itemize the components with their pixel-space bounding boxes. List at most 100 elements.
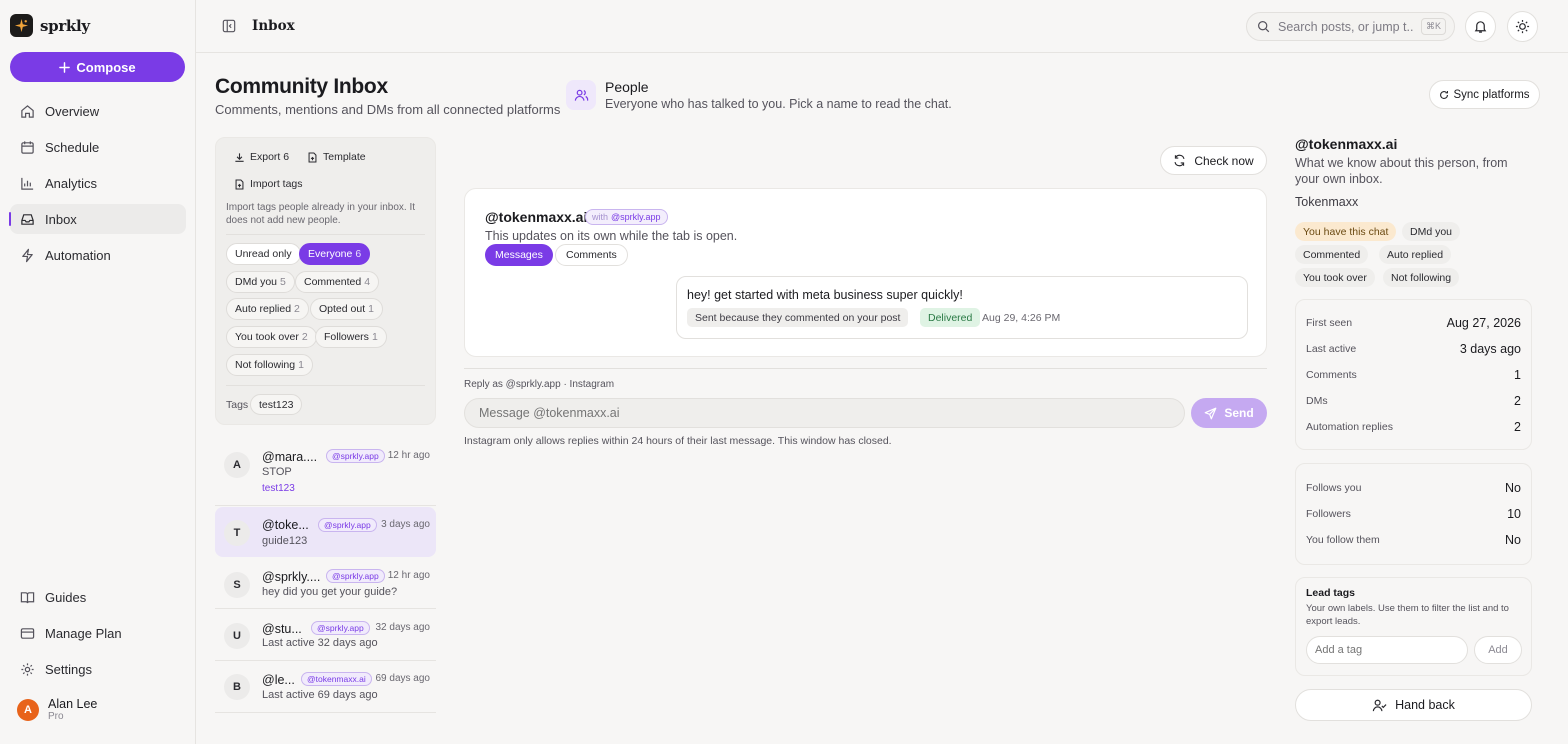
conversation-row[interactable]: A @mara.... @sprkly.app 12 hr ago STOP t…	[215, 439, 436, 506]
nav-label: Inbox	[45, 211, 77, 227]
nav-item-inbox[interactable]: Inbox	[9, 204, 186, 234]
filter-chip-followers[interactable]: Followers 1	[315, 326, 387, 348]
chip-label: Not following	[235, 359, 296, 371]
book-icon	[20, 590, 35, 605]
chip-count: 5	[280, 276, 286, 288]
conversation-row[interactable]: U @stu... @sprkly.app 32 days ago Last a…	[215, 610, 436, 661]
hand-back-label: Hand back	[1395, 698, 1455, 712]
tab-comments[interactable]: Comments	[555, 244, 628, 266]
conversation-name: @stu...	[262, 622, 302, 636]
send-button[interactable]: Send	[1191, 398, 1267, 428]
filter-chip-everyone[interactable]: Everyone 6	[299, 243, 371, 265]
chip-label: DMd you	[235, 276, 278, 288]
conversation-row-selected[interactable]: T @toke... @sprkly.app 3 days ago guide1…	[215, 507, 436, 557]
hand-back-button[interactable]: Hand back	[1295, 689, 1532, 721]
status-badge: Delivered	[920, 308, 981, 327]
chart-icon	[20, 176, 35, 191]
conversation-row[interactable]: S @sprkly.... @sprkly.app 12 hr ago hey …	[215, 558, 436, 609]
conversation-tag: test123	[262, 483, 295, 494]
theme-toggle-button[interactable]	[1507, 11, 1538, 42]
conversation-row[interactable]: B @le... @tokenmaxx.ai 69 days ago Last …	[215, 662, 436, 713]
stat-value: 2	[1514, 394, 1521, 408]
filter-chip-commented[interactable]: Commented 4	[295, 271, 380, 293]
stat-row: DMs 2	[1306, 394, 1521, 408]
tag-chip-label: test123	[259, 398, 294, 411]
filter-chip-opted-out[interactable]: Opted out 1	[310, 298, 383, 320]
user-check-icon	[1372, 698, 1387, 713]
add-tag-input[interactable]	[1306, 636, 1468, 664]
template-button[interactable]: Template	[307, 151, 366, 163]
nav-item-analytics[interactable]: Analytics	[10, 168, 186, 198]
file-icon	[234, 179, 245, 190]
avatar: S	[224, 572, 250, 598]
compose-label: Compose	[76, 59, 136, 75]
stat-value: 2	[1514, 420, 1521, 434]
avatar: U	[224, 623, 250, 649]
divider	[464, 368, 1267, 369]
nav-label: Settings	[45, 661, 92, 677]
notifications-button[interactable]	[1465, 11, 1496, 42]
nav-item-overview[interactable]: Overview	[10, 96, 186, 126]
conversation-name: @toke...	[262, 518, 309, 532]
nav-item-automation[interactable]: Automation	[10, 240, 186, 270]
nav-item-settings[interactable]: Settings	[10, 654, 186, 684]
reply-window-note: Instagram only allows replies within 24 …	[464, 435, 892, 447]
export-button[interactable]: Export 6	[234, 151, 289, 163]
filter-panel: Export 6 Template Import tags Import tag…	[215, 137, 436, 425]
sync-platforms-button[interactable]: Sync platforms	[1429, 80, 1540, 109]
home-icon	[20, 104, 35, 119]
user-plan: Pro	[48, 711, 64, 722]
message-input[interactable]	[464, 398, 1185, 428]
add-tag-button[interactable]: Add	[1474, 636, 1522, 664]
tag-chip[interactable]: test123	[250, 394, 303, 415]
chip-count: 2	[301, 331, 308, 343]
sidebar-toggle-icon[interactable]	[222, 19, 236, 33]
conversation-preview: Last active 32 days ago	[262, 637, 378, 649]
message-timestamp: Aug 29, 4:26 PM	[982, 311, 1061, 324]
tab-messages[interactable]: Messages	[485, 244, 553, 266]
filter-chip-dmd-you[interactable]: DMd you 5	[226, 271, 295, 293]
chat-card: @tokenmaxx.ai with @sprkly.app This updat…	[464, 188, 1267, 357]
stat-label: Follows you	[1306, 482, 1362, 494]
conversation-name: @le...	[262, 673, 295, 687]
filter-chip-auto-replied[interactable]: Auto replied 2	[226, 298, 309, 320]
chip-count: 1	[298, 359, 304, 371]
message-text: hey! get started with meta business supe…	[687, 288, 963, 302]
page-title: Community Inbox	[215, 75, 388, 98]
profile-handle: @tokenmaxx.ai	[1295, 136, 1398, 152]
import-note: Import tags people already in your inbox…	[226, 202, 415, 226]
compose-button[interactable]: Compose	[10, 52, 185, 82]
profile-chip: Not following	[1383, 268, 1460, 287]
lead-tags-subtitle: Your own labels. Use them to filter the …	[1306, 603, 1509, 627]
download-icon	[234, 152, 245, 163]
profile-chip: You took over	[1295, 268, 1375, 287]
filter-chip-unread[interactable]: Unread only	[226, 243, 301, 265]
filter-chip-you-took-over[interactable]: You took over 2	[226, 326, 317, 348]
chip-label: Opted out	[319, 303, 366, 315]
with-account-badge: with @sprkly.app	[585, 209, 668, 225]
nav-label: Schedule	[45, 139, 100, 155]
sparkle-logo-icon	[10, 14, 33, 37]
lead-tags-card: Lead tags Your own labels. Use them to f…	[1295, 577, 1532, 676]
stat-row: First seen Aug 27, 2026	[1306, 316, 1521, 330]
stat-value: 3 days ago	[1459, 342, 1521, 356]
import-tags-button[interactable]: Import tags	[234, 178, 303, 190]
export-label: Export 6	[250, 151, 290, 163]
avatar: A	[224, 452, 250, 478]
logo[interactable]: sprkly	[10, 14, 90, 37]
filter-chip-not-following[interactable]: Not following 1	[226, 354, 313, 376]
stat-value: 10	[1507, 507, 1521, 521]
stat-label: DMs	[1306, 395, 1328, 407]
check-now-button[interactable]: Check now	[1160, 146, 1267, 175]
chip-count: 1	[371, 331, 378, 343]
conversation-time: 12 hr ago	[387, 450, 430, 461]
chip-count: 1	[368, 303, 374, 315]
nav-label: Manage Plan	[45, 625, 122, 641]
nav-item-guides[interactable]: Guides	[10, 582, 186, 612]
search-input[interactable]: Search posts, or jump t... ⌘K	[1246, 12, 1455, 41]
user-menu[interactable]: A Alan Lee Pro	[17, 697, 97, 722]
chip-count: 4	[364, 276, 371, 288]
nav-item-manage-plan[interactable]: Manage Plan	[10, 618, 186, 648]
nav-item-schedule[interactable]: Schedule	[10, 132, 186, 162]
stat-value: 1	[1514, 368, 1521, 382]
